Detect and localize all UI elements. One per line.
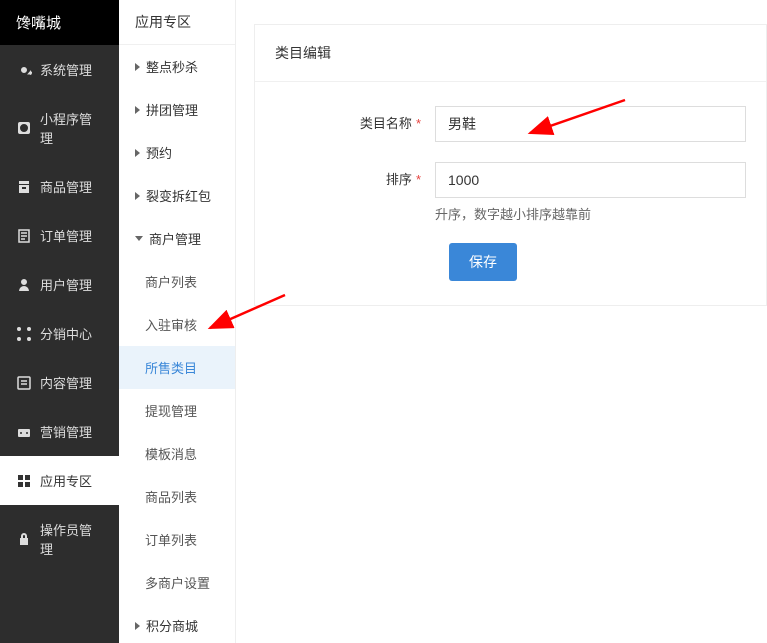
nav-item-1[interactable]: 小程序管理 xyxy=(0,94,119,162)
menu-child-4-2[interactable]: 所售类目 xyxy=(119,346,235,389)
user-icon xyxy=(16,277,32,293)
nav-item-4[interactable]: 用户管理 xyxy=(0,260,119,309)
row-name: 类目名称* xyxy=(275,106,746,142)
card-title: 类目编辑 xyxy=(255,25,766,82)
nav-label: 分销中心 xyxy=(40,324,92,343)
menu-label: 商户管理 xyxy=(149,229,201,248)
menu-child-4-1[interactable]: 入驻审核 xyxy=(119,303,235,346)
caret-icon xyxy=(135,149,140,157)
menu-child-4-0[interactable]: 商户列表 xyxy=(119,260,235,303)
menu-label: 预约 xyxy=(146,143,172,162)
form: 类目名称* 排序* 升序，数字越小排序越靠前 保存 xyxy=(255,82,766,305)
save-button[interactable]: 保存 xyxy=(449,243,517,281)
sort-hint: 升序，数字越小排序越靠前 xyxy=(435,204,746,223)
required-star: * xyxy=(416,116,421,131)
caret-icon xyxy=(135,236,143,241)
main-content: 类目编辑 类目名称* 排序* 升序，数字越小排序越靠前 保存 xyxy=(236,0,767,643)
input-category-name[interactable] xyxy=(435,106,746,142)
menu-child-4-4[interactable]: 模板消息 xyxy=(119,432,235,475)
nav-label: 应用专区 xyxy=(40,471,92,490)
menu-parent-1[interactable]: 拼团管理 xyxy=(119,88,235,131)
app-icon xyxy=(16,120,32,136)
nav-label: 系统管理 xyxy=(40,60,92,79)
nav-item-0[interactable]: 系统管理 xyxy=(0,45,119,94)
lock-icon xyxy=(16,531,32,547)
nav-item-9[interactable]: 操作员管理 xyxy=(0,505,119,573)
sidebar-secondary: 应用专区 整点秒杀拼团管理预约裂变拆红包商户管理商户列表入驻审核所售类目提现管理… xyxy=(119,0,236,643)
nav-item-3[interactable]: 订单管理 xyxy=(0,211,119,260)
menu-child-4-6[interactable]: 订单列表 xyxy=(119,518,235,561)
menu-child-4-5[interactable]: 商品列表 xyxy=(119,475,235,518)
menu-label: 裂变拆红包 xyxy=(146,186,211,205)
caret-icon xyxy=(135,622,140,630)
content-icon xyxy=(16,375,32,391)
menu-parent-0[interactable]: 整点秒杀 xyxy=(119,45,235,88)
sidebar-primary: 馋嘴城 系统管理小程序管理商品管理订单管理用户管理分销中心内容管理营销管理应用专… xyxy=(0,0,119,643)
menu-child-4-3[interactable]: 提现管理 xyxy=(119,389,235,432)
apps-icon xyxy=(16,473,32,489)
input-sort[interactable] xyxy=(435,162,746,198)
menu-child-4-7[interactable]: 多商户设置 xyxy=(119,561,235,604)
menu-label: 整点秒杀 xyxy=(146,57,198,76)
nav-item-2[interactable]: 商品管理 xyxy=(0,162,119,211)
caret-icon xyxy=(135,63,140,71)
caret-icon xyxy=(135,106,140,114)
nav-label: 订单管理 xyxy=(40,226,92,245)
nav-label: 营销管理 xyxy=(40,422,92,441)
label-sort: 排序* xyxy=(275,162,435,188)
nav-label: 内容管理 xyxy=(40,373,92,392)
required-star: * xyxy=(416,172,421,187)
menu-parent-4[interactable]: 商户管理 xyxy=(119,217,235,260)
menu-parent-5[interactable]: 积分商城 xyxy=(119,604,235,643)
menu-parent-3[interactable]: 裂变拆红包 xyxy=(119,174,235,217)
marketing-icon xyxy=(16,424,32,440)
menu-label: 积分商城 xyxy=(146,616,198,635)
nav-label: 商品管理 xyxy=(40,177,92,196)
nav-label: 小程序管理 xyxy=(40,109,103,147)
caret-icon xyxy=(135,192,140,200)
menu-parent-2[interactable]: 预约 xyxy=(119,131,235,174)
nav-item-6[interactable]: 内容管理 xyxy=(0,358,119,407)
nav-item-7[interactable]: 营销管理 xyxy=(0,407,119,456)
nav-item-8[interactable]: 应用专区 xyxy=(0,456,119,505)
row-sort: 排序* 升序，数字越小排序越靠前 xyxy=(275,162,746,223)
label-name: 类目名称* xyxy=(275,106,435,132)
menu-label: 拼团管理 xyxy=(146,100,198,119)
goods-icon xyxy=(16,179,32,195)
brand-title: 馋嘴城 xyxy=(0,0,119,45)
gear-icon xyxy=(16,62,32,78)
nav-item-5[interactable]: 分销中心 xyxy=(0,309,119,358)
dist-icon xyxy=(16,326,32,342)
edit-card: 类目编辑 类目名称* 排序* 升序，数字越小排序越靠前 保存 xyxy=(254,24,767,306)
nav-label: 用户管理 xyxy=(40,275,92,294)
secondary-header: 应用专区 xyxy=(119,0,235,45)
order-icon xyxy=(16,228,32,244)
nav-label: 操作员管理 xyxy=(40,520,103,558)
